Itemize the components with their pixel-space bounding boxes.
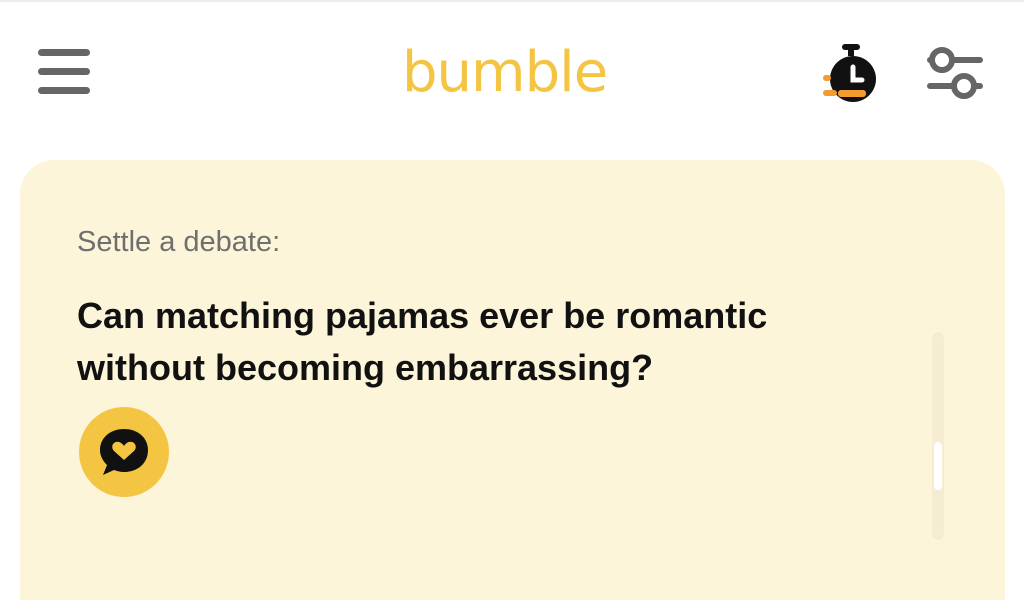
top-bar: bumble (0, 2, 1024, 142)
sliders-filter-icon (927, 47, 983, 99)
menu-bar (38, 68, 90, 75)
question-card: Settle a debate: Can matching pajamas ev… (20, 160, 1005, 600)
stopwatch-icon (823, 44, 876, 102)
bumble-logo: bumble (402, 40, 608, 105)
scrollbar-thumb[interactable] (934, 442, 942, 490)
menu-bar (38, 49, 90, 56)
chat-heart-icon (100, 429, 148, 475)
menu-bar (38, 87, 90, 94)
menu-button[interactable] (38, 48, 90, 98)
timer-button[interactable] (818, 42, 884, 108)
card-question: Can matching pajamas ever be romantic wi… (77, 295, 768, 388)
card-prompt-label: Settle a debate: (77, 226, 281, 258)
chat-reply-button[interactable] (79, 407, 169, 497)
filters-button[interactable] (924, 44, 986, 104)
scrollbar-track[interactable] (932, 332, 944, 540)
